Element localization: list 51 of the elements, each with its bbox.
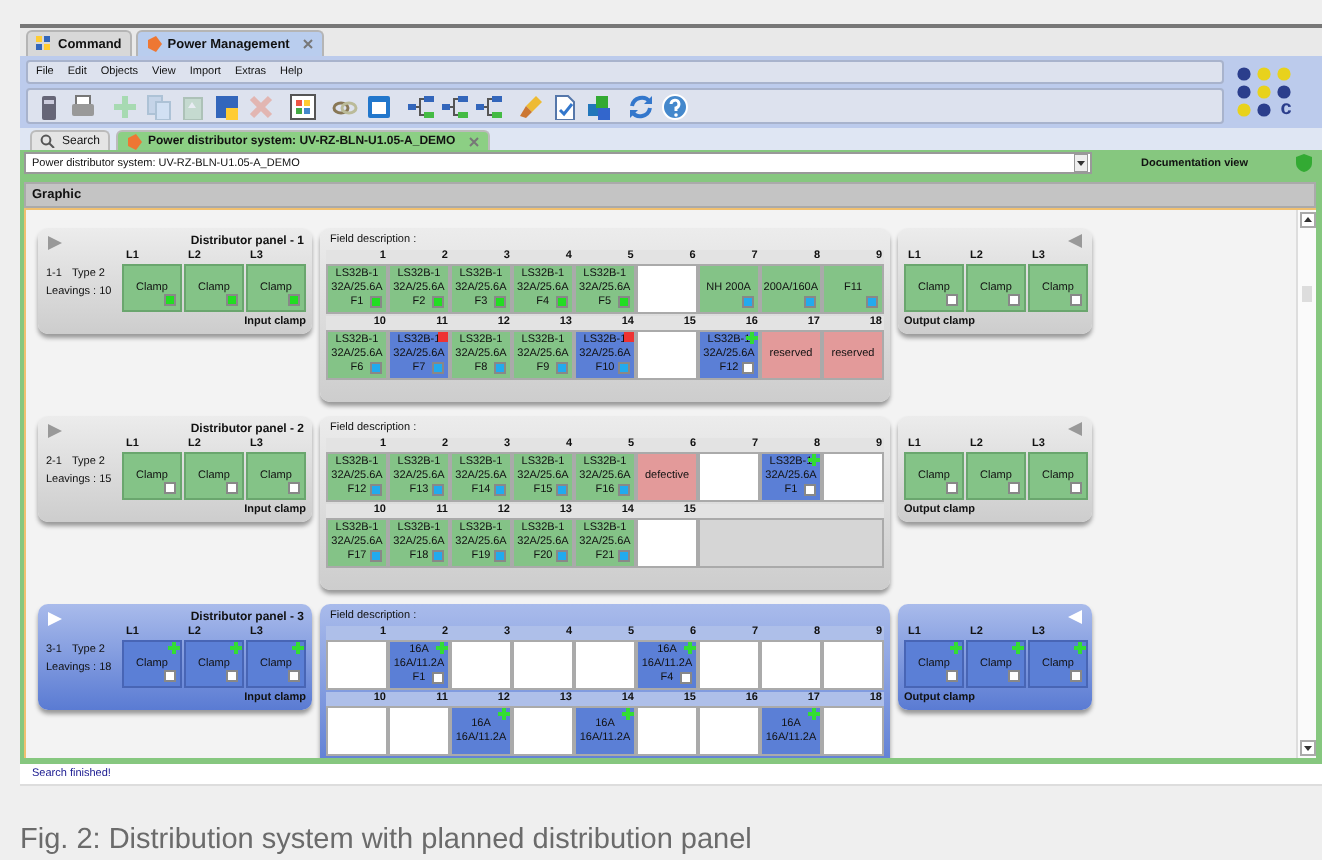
field-cell[interactable] — [760, 640, 822, 690]
window-icon[interactable] — [366, 93, 392, 119]
save-icon[interactable] — [214, 93, 240, 119]
network-icon[interactable] — [476, 93, 502, 119]
search-icon — [40, 134, 56, 148]
close-icon[interactable] — [467, 135, 480, 147]
field-cell[interactable] — [822, 640, 884, 690]
cubes-icon[interactable] — [586, 93, 612, 119]
field-cell[interactable] — [512, 640, 574, 690]
printer-icon[interactable] — [70, 93, 96, 119]
field-cell[interactable] — [822, 706, 884, 756]
field-cell[interactable] — [698, 452, 760, 502]
field-cell[interactable] — [822, 452, 884, 502]
dots-icon — [36, 36, 52, 52]
expand-icon[interactable] — [48, 611, 62, 625]
network-icon[interactable] — [442, 93, 468, 119]
expand-icon[interactable] — [48, 423, 62, 437]
collapse-icon[interactable] — [1068, 610, 1082, 624]
brush-icon[interactable] — [518, 93, 544, 119]
figure-caption: Fig. 2: Distribution system with planned distribution panel — [20, 824, 754, 856]
shield-icon — [1296, 154, 1312, 172]
dropdown-arrow-icon[interactable] — [1074, 154, 1088, 172]
field-cell[interactable] — [636, 706, 698, 756]
logo-letter: c — [1278, 101, 1294, 119]
logo-icon — [1236, 65, 1296, 117]
scroll-up-icon[interactable] — [1299, 212, 1315, 228]
field-cell[interactable] — [636, 330, 698, 380]
field-cell[interactable] — [326, 706, 388, 756]
field-cell[interactable] — [574, 640, 636, 690]
device-icon[interactable] — [36, 93, 62, 119]
field-cell[interactable] — [698, 640, 760, 690]
scrollbar-thumb[interactable] — [1302, 286, 1312, 302]
refresh-icon[interactable] — [628, 93, 654, 119]
expand-icon[interactable] — [48, 235, 62, 249]
collapse-icon[interactable] — [1068, 234, 1082, 248]
field-cell[interactable] — [698, 706, 760, 756]
close-icon[interactable] — [301, 38, 314, 50]
network-icon[interactable] — [408, 93, 434, 119]
help-icon[interactable] — [662, 93, 688, 119]
grid-icon[interactable] — [290, 93, 316, 119]
document-icon[interactable] — [552, 93, 578, 119]
field-cell[interactable] — [636, 518, 698, 568]
flame-icon — [145, 36, 162, 52]
field-cell[interactable] — [388, 706, 450, 756]
field-cell[interactable] — [512, 706, 574, 756]
field-cell[interactable] — [635, 264, 698, 314]
collapse-icon[interactable] — [1068, 422, 1082, 436]
field-cell[interactable] — [450, 640, 512, 690]
scrollbar[interactable] — [1296, 210, 1316, 758]
scroll-down-icon[interactable] — [1299, 740, 1315, 756]
field-cell[interactable] — [326, 640, 388, 690]
